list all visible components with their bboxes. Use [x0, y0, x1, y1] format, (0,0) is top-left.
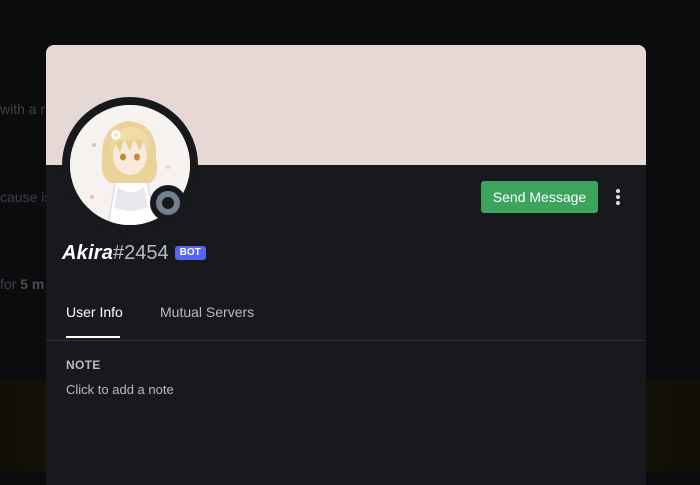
tab-mutual-servers[interactable]: Mutual Servers	[160, 304, 254, 340]
send-message-button[interactable]: Send Message	[481, 181, 598, 213]
status-indicator	[150, 185, 186, 221]
user-profile-modal: Send Message Akira #2454 BOT User Info M…	[46, 45, 646, 485]
tab-active-indicator	[66, 336, 120, 338]
username: Akira	[62, 241, 114, 264]
more-vertical-icon[interactable]	[608, 183, 628, 211]
tab-user-info[interactable]: User Info	[66, 304, 123, 340]
bot-badge: BOT	[174, 246, 206, 260]
offline-status-icon	[156, 191, 180, 215]
background-text-fragment: with a r	[0, 101, 46, 117]
discriminator: #2454	[113, 241, 169, 264]
username-row: Akira #2454 BOT	[62, 241, 206, 265]
background-text-fragment: for 5 m	[0, 276, 45, 292]
note-input[interactable]: Click to add a note	[66, 382, 174, 397]
status-hole	[162, 197, 174, 209]
tabs-divider	[46, 340, 646, 341]
avatar-container[interactable]	[62, 97, 198, 233]
background-text-fragment: cause is	[0, 189, 52, 205]
note-label: NOTE	[66, 358, 101, 372]
